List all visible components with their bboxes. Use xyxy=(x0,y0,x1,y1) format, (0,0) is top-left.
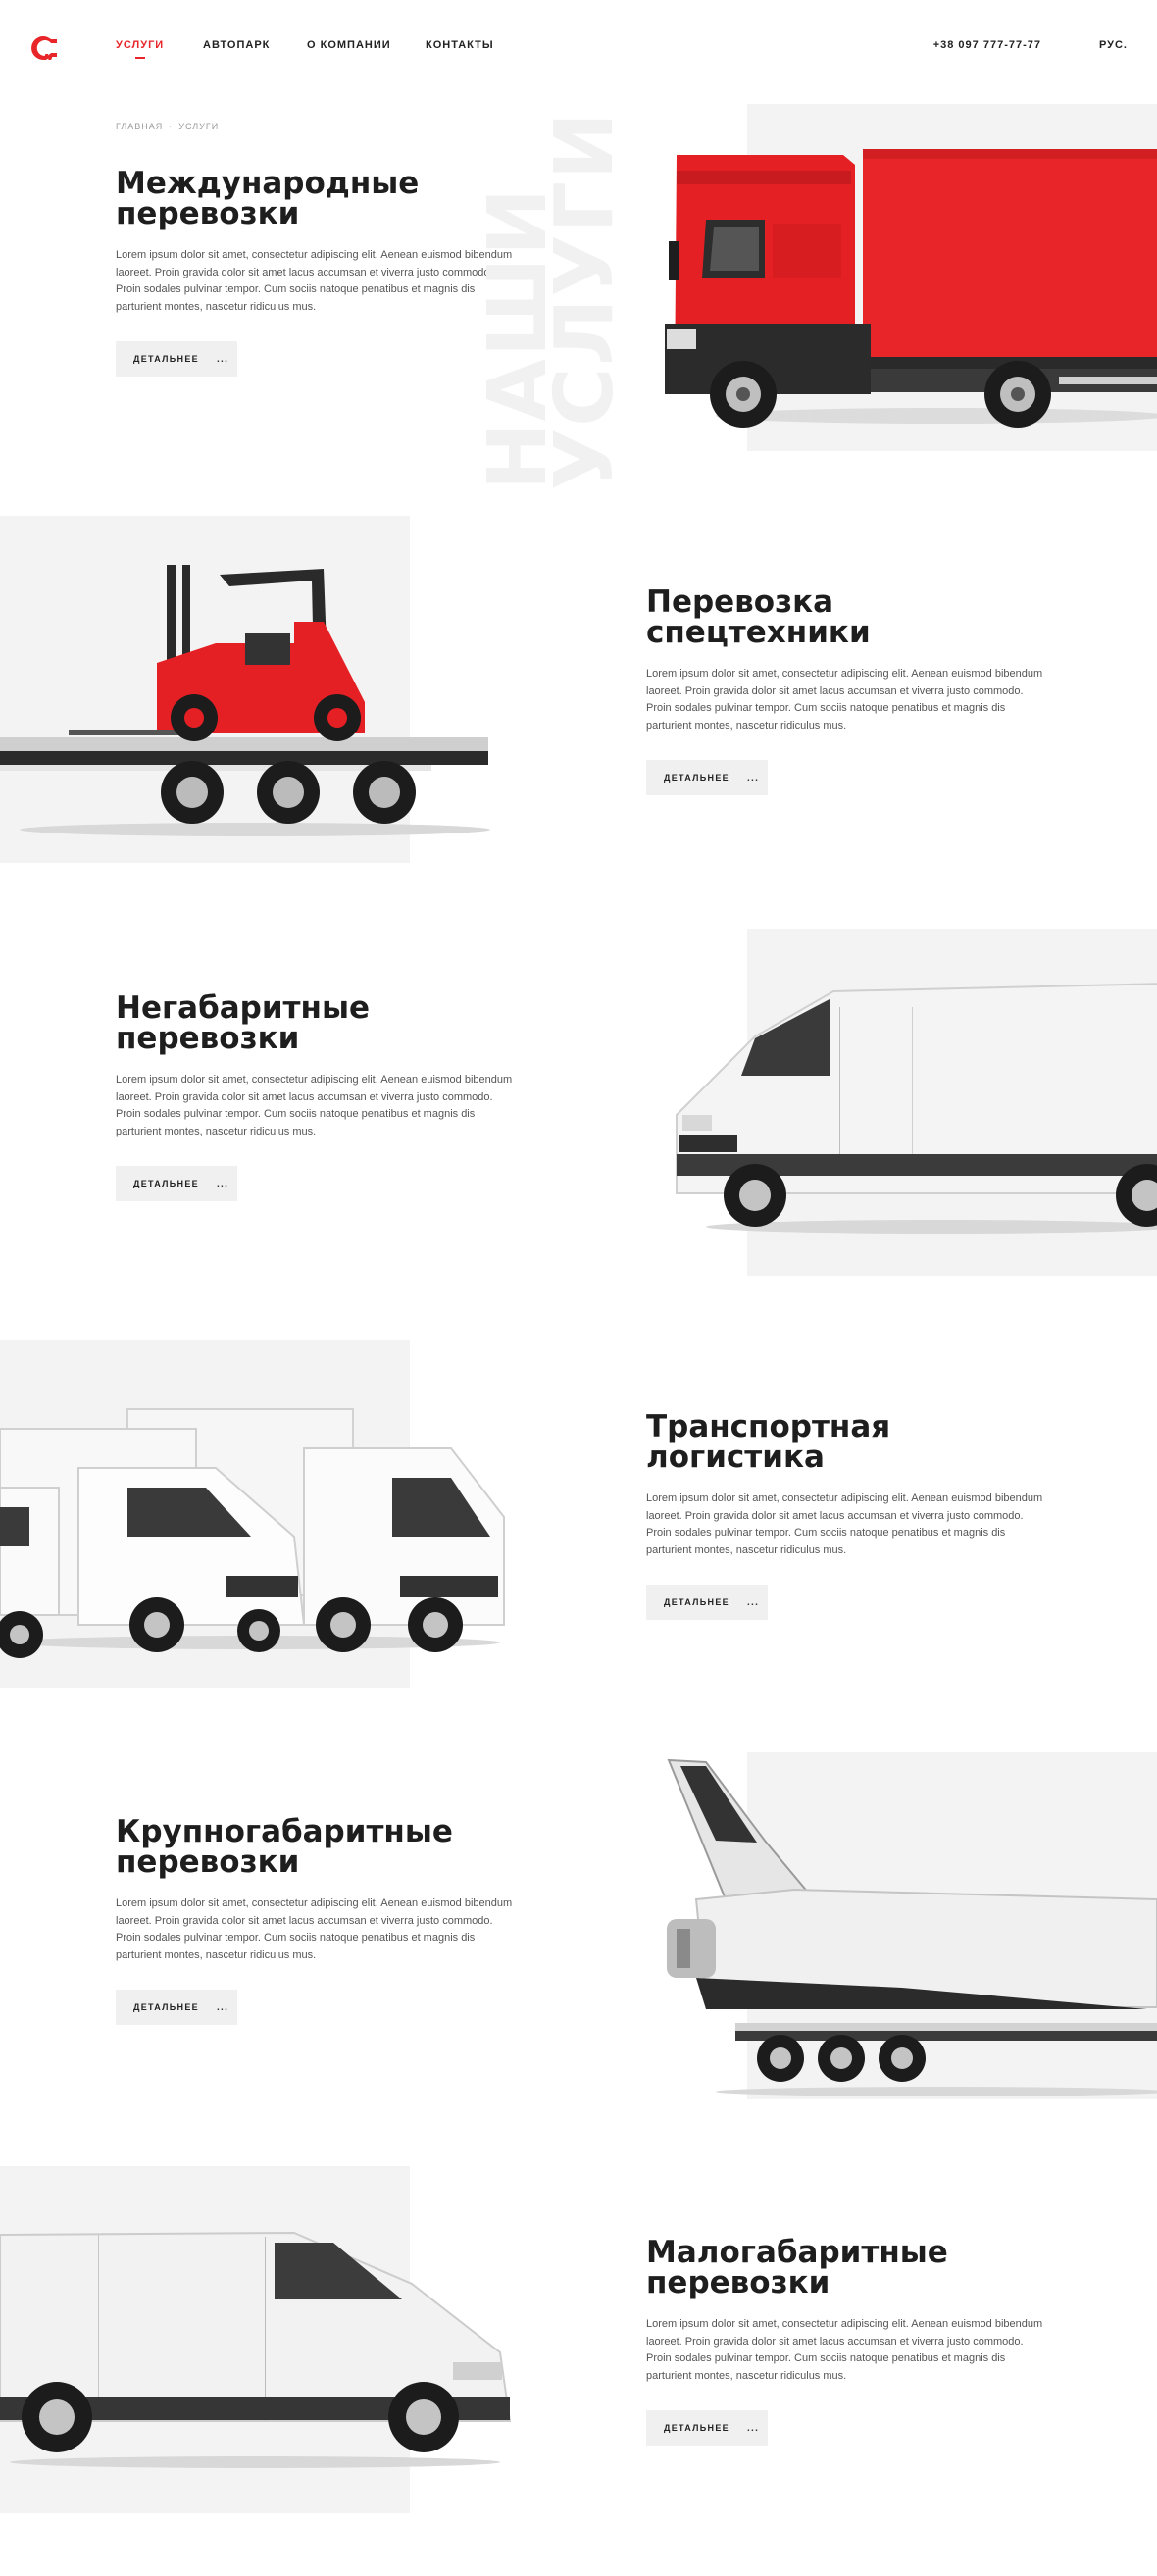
service-text: Транспортная логистика Lorem ipsum dolor … xyxy=(646,1412,1058,1620)
service-title: Малогабаритные перевозки xyxy=(646,2235,948,2300)
more-dots-icon: ... xyxy=(746,772,760,783)
service-text: Крупногабаритные перевозки Lorem ipsum do… xyxy=(116,1817,528,2025)
nav-item-about[interactable]: О КОМПАНИИ xyxy=(307,39,391,51)
nav-item-fleet[interactable]: АВТОПАРК xyxy=(203,39,270,51)
section-watermark: НАШИ УСЛУГИ xyxy=(472,110,631,490)
phone-link[interactable]: +38 097 777-77-77 xyxy=(933,39,1041,51)
details-button-label: ДЕТАЛЬНЕЕ xyxy=(664,2423,729,2433)
service-text: Перевозка спецтехники Lorem ipsum dolor s… xyxy=(646,587,1058,795)
details-button[interactable]: ДЕТАЛЬНЕЕ... xyxy=(646,1585,768,1620)
service-section-oversized: Негабаритные перевозки Lorem ipsum dolor … xyxy=(0,929,1157,1276)
service-title: Транспортная логистика xyxy=(646,1409,891,1475)
details-button-label: ДЕТАЛЬНЕЕ xyxy=(133,2002,199,2012)
service-description: Lorem ipsum dolor sit amet, consectetur … xyxy=(646,1492,1043,1556)
details-button[interactable]: ДЕТАЛЬНЕЕ... xyxy=(116,1990,237,2025)
service-description: Lorem ipsum dolor sit amet, consectetur … xyxy=(116,1074,513,1137)
more-dots-icon: ... xyxy=(216,1178,229,1189)
more-dots-icon: ... xyxy=(216,353,229,365)
service-section-logistics: Транспортная логистика Lorem ipsum dolor … xyxy=(0,1340,1157,1688)
more-dots-icon: ... xyxy=(746,2422,760,2434)
white-minivan-icon xyxy=(0,2231,512,2468)
service-section-special-equipment: Перевозка спецтехники Lorem ipsum dolor s… xyxy=(0,516,1157,863)
white-trucks-icon xyxy=(0,1408,505,1658)
service-section-small-cargo: Малогабаритные перевозки Lorem ipsum dolo… xyxy=(0,2166,1157,2513)
white-van-icon xyxy=(676,983,1157,1234)
service-description: Lorem ipsum dolor sit amet, consectetur … xyxy=(116,249,513,313)
company-logo-icon[interactable] xyxy=(27,33,61,63)
details-button[interactable]: ДЕТАЛЬНЕЕ... xyxy=(116,1166,237,1201)
space-shuttle-trailer-icon xyxy=(667,1758,1157,2096)
nav-item-contacts[interactable]: КОНТАКТЫ xyxy=(426,39,494,51)
details-button[interactable]: ДЕТАЛЬНЕЕ... xyxy=(646,760,768,795)
service-text: Международные перевозки Lorem ipsum dolor… xyxy=(116,169,528,377)
service-title: Перевозка спецтехники xyxy=(646,584,871,650)
service-text: Негабаритные перевозки Lorem ipsum dolor … xyxy=(116,993,528,1201)
more-dots-icon: ... xyxy=(216,2001,229,2013)
details-button[interactable]: ДЕТАЛЬНЕЕ... xyxy=(646,2410,768,2446)
details-button-label: ДЕТАЛЬНЕЕ xyxy=(133,1179,199,1188)
language-switcher[interactable]: РУС. xyxy=(1099,39,1128,51)
service-title: Негабаритные перевозки xyxy=(116,990,371,1056)
nav-item-services[interactable]: УСЛУГИ xyxy=(116,39,164,59)
more-dots-icon: ... xyxy=(746,1596,760,1608)
service-description: Lorem ipsum dolor sit amet, consectetur … xyxy=(646,668,1043,732)
details-button-label: ДЕТАЛЬНЕЕ xyxy=(133,354,199,364)
service-section-large-cargo: Крупногабаритные перевозки Lorem ipsum do… xyxy=(0,1752,1157,2099)
service-description: Lorem ipsum dolor sit amet, consectetur … xyxy=(116,1897,513,1961)
service-description: Lorem ipsum dolor sit amet, consectetur … xyxy=(646,2318,1043,2382)
red-box-truck-icon xyxy=(665,149,1157,428)
details-button[interactable]: ДЕТАЛЬНЕЕ... xyxy=(116,341,237,377)
details-button-label: ДЕТАЛЬНЕЕ xyxy=(664,1597,729,1607)
details-button-label: ДЕТАЛЬНЕЕ xyxy=(664,773,729,783)
service-title: Крупногабаритные перевозки xyxy=(116,1814,453,1880)
service-text: Малогабаритные перевозки Lorem ipsum dolo… xyxy=(646,2238,1058,2446)
service-title: Международные перевозки xyxy=(116,166,420,231)
forklift-on-trailer-icon xyxy=(0,565,490,836)
